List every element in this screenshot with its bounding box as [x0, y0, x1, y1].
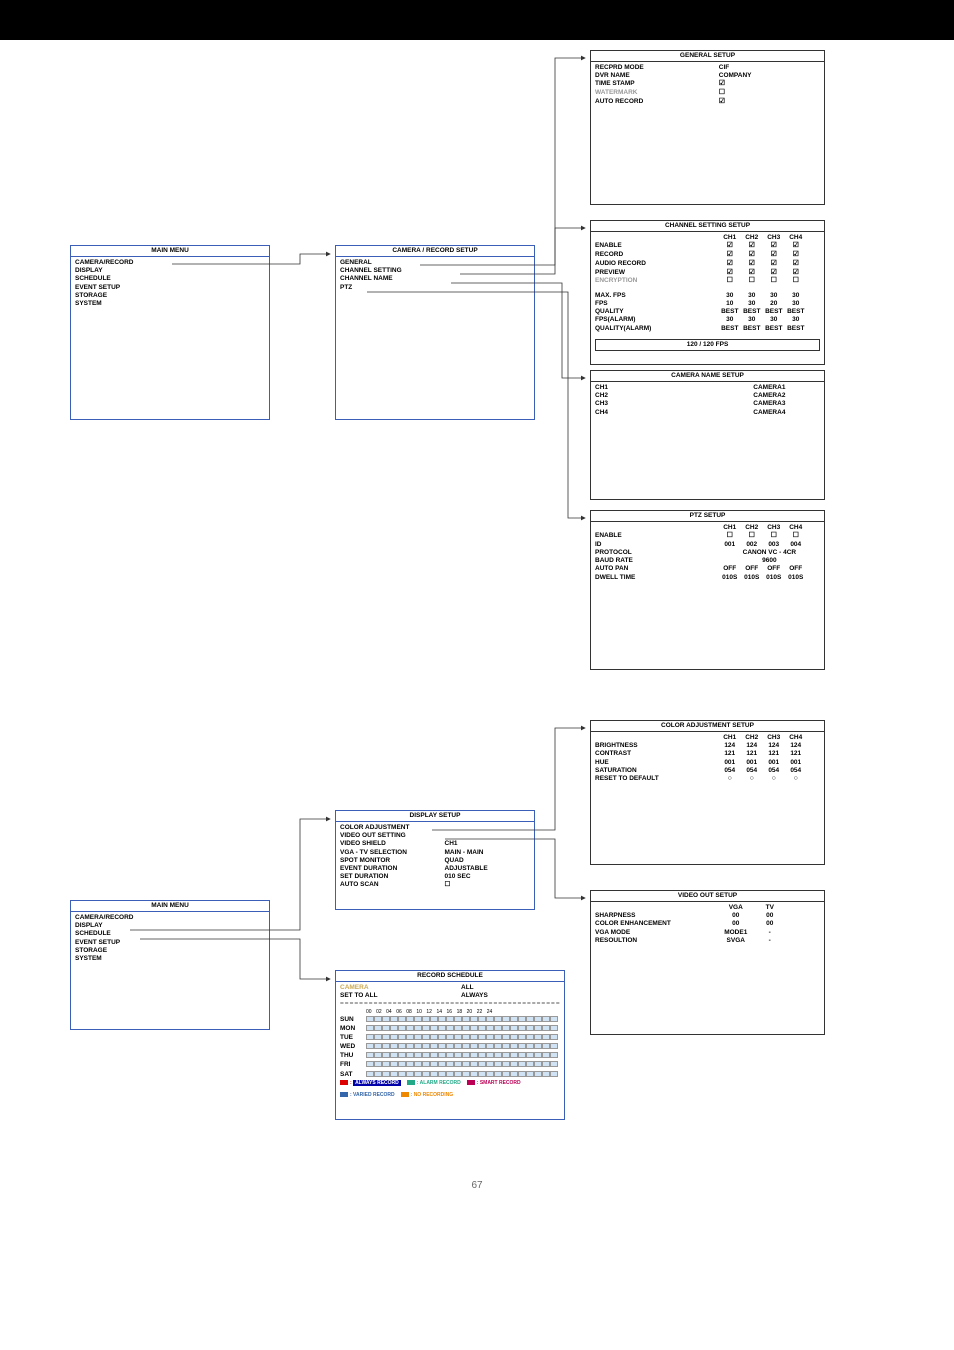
main-menu-panel: MAIN MENU CAMERA/RECORD DISPLAYSCHEDULEE… — [70, 245, 270, 420]
ptz-setup-panel: PTZ SETUP CH1CH2CH3CH4ENABLEID0010020030… — [590, 510, 825, 670]
panel-title: GENERAL SETUP — [591, 51, 824, 62]
setting-row: RECORD — [595, 251, 820, 260]
panel-title: COLOR ADJUSTMENT SETUP — [591, 721, 824, 732]
camera-name-panel: CAMERA NAME SETUP CH1CAMERA1CH2CAMERA2CH… — [590, 370, 825, 500]
menu-item[interactable]: SCHEDULE — [75, 275, 265, 283]
setting-row: EVENT DURATIONADJUSTABLE — [340, 865, 530, 873]
setting-row: QUALITYBESTBESTBESTBEST — [595, 308, 820, 316]
schedule-row[interactable]: MON — [340, 1025, 560, 1033]
setting-row: AUTO PANOFFOFFOFFOFF — [595, 565, 820, 573]
record-schedule-panel: RECORD SCHEDULE CAMERAALLSET TO ALLALWAY… — [335, 970, 565, 1120]
menu-item[interactable]: SCHEDULE — [75, 930, 265, 938]
menu-item[interactable]: CAMERA/RECORD — [75, 914, 265, 922]
setting-row: ENABLE — [595, 532, 820, 541]
video-out-panel: VIDEO OUT SETUP VGATVSHARPNESS0000COLOR … — [590, 890, 825, 1035]
schedule-row[interactable]: TUE — [340, 1034, 560, 1042]
setting-row: SATURATION054054054054 — [595, 767, 820, 775]
setting-row: AUTO SCAN☐ — [340, 881, 530, 889]
setting-row: VIDEO OUT SETTING — [340, 832, 530, 840]
setting-row: WATERMARK — [595, 89, 820, 98]
setting-row: CAMERAALL — [340, 984, 560, 992]
setting-row: FPS(ALARM)30303030 — [595, 316, 820, 324]
panel-title: PTZ SETUP — [591, 511, 824, 522]
setting-row: CH1CAMERA1 — [595, 384, 820, 392]
menu-item[interactable]: STORAGE — [75, 292, 265, 300]
menu-item[interactable]: EVENT SETUP — [75, 284, 265, 292]
setting-row: CH4CAMERA4 — [595, 409, 820, 417]
panel-title: CHANNEL SETTING SETUP — [591, 221, 824, 232]
panel-title: RECORD SCHEDULE — [336, 971, 564, 982]
setting-row: VGA - TV SELECTIONMAIN - MAIN — [340, 849, 530, 857]
menu-item[interactable]: EVENT SETUP — [75, 939, 265, 947]
setting-row: QUALITY(ALARM)BESTBESTBESTBEST — [595, 325, 820, 333]
schedule-row[interactable]: SUN — [340, 1016, 560, 1024]
panel-title: MAIN MENU — [71, 246, 269, 257]
setting-row: RESOULTIONSVGA- — [595, 937, 820, 945]
menu-item[interactable]: DISPLAY — [75, 267, 265, 275]
setting-row: PROTOCOLCANON VC - 4CR — [595, 549, 820, 557]
color-adjustment-panel: COLOR ADJUSTMENT SETUP CH1CH2CH3CH4BRIGH… — [590, 720, 825, 865]
channel-setting-panel: CHANNEL SETTING SETUP CH1CH2CH3CH4ENABLE… — [590, 220, 825, 365]
page-number: 67 — [471, 1180, 482, 1191]
panel-title: DISPLAY SETUP — [336, 811, 534, 822]
setting-row: BRIGHTNESS124124124124 — [595, 742, 820, 750]
camera-record-setup-panel: CAMERA / RECORD SETUP GENERALCHANNEL SET… — [335, 245, 535, 420]
general-setup-panel: GENERAL SETUP RECPRD MODECIFDVR NAMECOMP… — [590, 50, 825, 205]
setting-row: CH3CAMERA3 — [595, 400, 820, 408]
menu-item[interactable]: SYSTEM — [75, 955, 265, 963]
schedule-row[interactable]: SAT — [340, 1071, 560, 1079]
document-header-bar — [0, 0, 954, 40]
setting-row: AUTO RECORD — [595, 98, 820, 107]
setting-row: MAX. FPS30303030 — [595, 292, 820, 300]
menu-item[interactable]: SYSTEM — [75, 300, 265, 308]
schedule-row[interactable]: THU — [340, 1052, 560, 1060]
menu-item[interactable]: DISPLAY — [75, 922, 265, 930]
setting-row: ID001002003004 — [595, 541, 820, 549]
setting-row: DVR NAMECOMPANY — [595, 72, 820, 80]
menu-item[interactable]: STORAGE — [75, 947, 265, 955]
setting-row: BAUD RATE9600 — [595, 557, 820, 565]
setting-row: RESET TO DEFAULT — [595, 775, 820, 784]
menu-item[interactable]: CAMERA/RECORD — [75, 259, 265, 267]
setting-row: FPS10302030 — [595, 300, 820, 308]
setting-row: VIDEO SHIELDCH1 — [340, 840, 530, 848]
setting-row: ENABLE — [595, 242, 820, 251]
display-setup-panel: DISPLAY SETUP COLOR ADJUSTMENTVIDEO OUT … — [335, 810, 535, 910]
setting-row: SET DURATION010 SEC — [340, 873, 530, 881]
main-menu-panel-2: MAIN MENU CAMERA/RECORDDISPLAYSCHEDULEEV… — [70, 900, 270, 1030]
setting-row: VGA MODEMODE1- — [595, 929, 820, 937]
setting-row: SET TO ALLALWAYS — [340, 992, 560, 1000]
fps-footer: 120 / 120 FPS — [595, 339, 820, 351]
panel-title: CAMERA NAME SETUP — [591, 371, 824, 382]
setting-row: AUDIO RECORD — [595, 260, 820, 269]
setting-row: SPOT MONITORQUAD — [340, 857, 530, 865]
schedule-row[interactable]: WED — [340, 1043, 560, 1051]
panel-title: CAMERA / RECORD SETUP — [336, 246, 534, 257]
setting-row: TIME STAMP — [595, 80, 820, 89]
menu-item[interactable]: CHANNEL SETTING — [340, 267, 530, 275]
menu-item[interactable]: GENERAL — [340, 259, 530, 267]
setting-row: COLOR ENHANCEMENT0000 — [595, 920, 820, 928]
setting-row: SHARPNESS0000 — [595, 912, 820, 920]
menu-item[interactable]: PTZ — [340, 284, 530, 292]
setting-row: CH2CAMERA2 — [595, 392, 820, 400]
setting-row: CONTRAST121121121121 — [595, 750, 820, 758]
setting-row: ENCRYPTION — [595, 277, 820, 286]
setting-row: COLOR ADJUSTMENT — [340, 824, 530, 832]
page-footer: 67 — [0, 1180, 954, 1221]
panel-title: MAIN MENU — [71, 901, 269, 912]
menu-item[interactable]: CHANNEL NAME — [340, 275, 530, 283]
setting-row: RECPRD MODECIF — [595, 64, 820, 72]
setting-row: DWELL TIME010S010S010S010S — [595, 574, 820, 582]
setting-row: HUE001001001001 — [595, 759, 820, 767]
setting-row: PREVIEW — [595, 269, 820, 278]
schedule-legend: : ALWAYS RECORD : ALARM RECORD : SMART R… — [340, 1080, 560, 1099]
schedule-row[interactable]: FRI — [340, 1061, 560, 1069]
panel-title: VIDEO OUT SETUP — [591, 891, 824, 902]
